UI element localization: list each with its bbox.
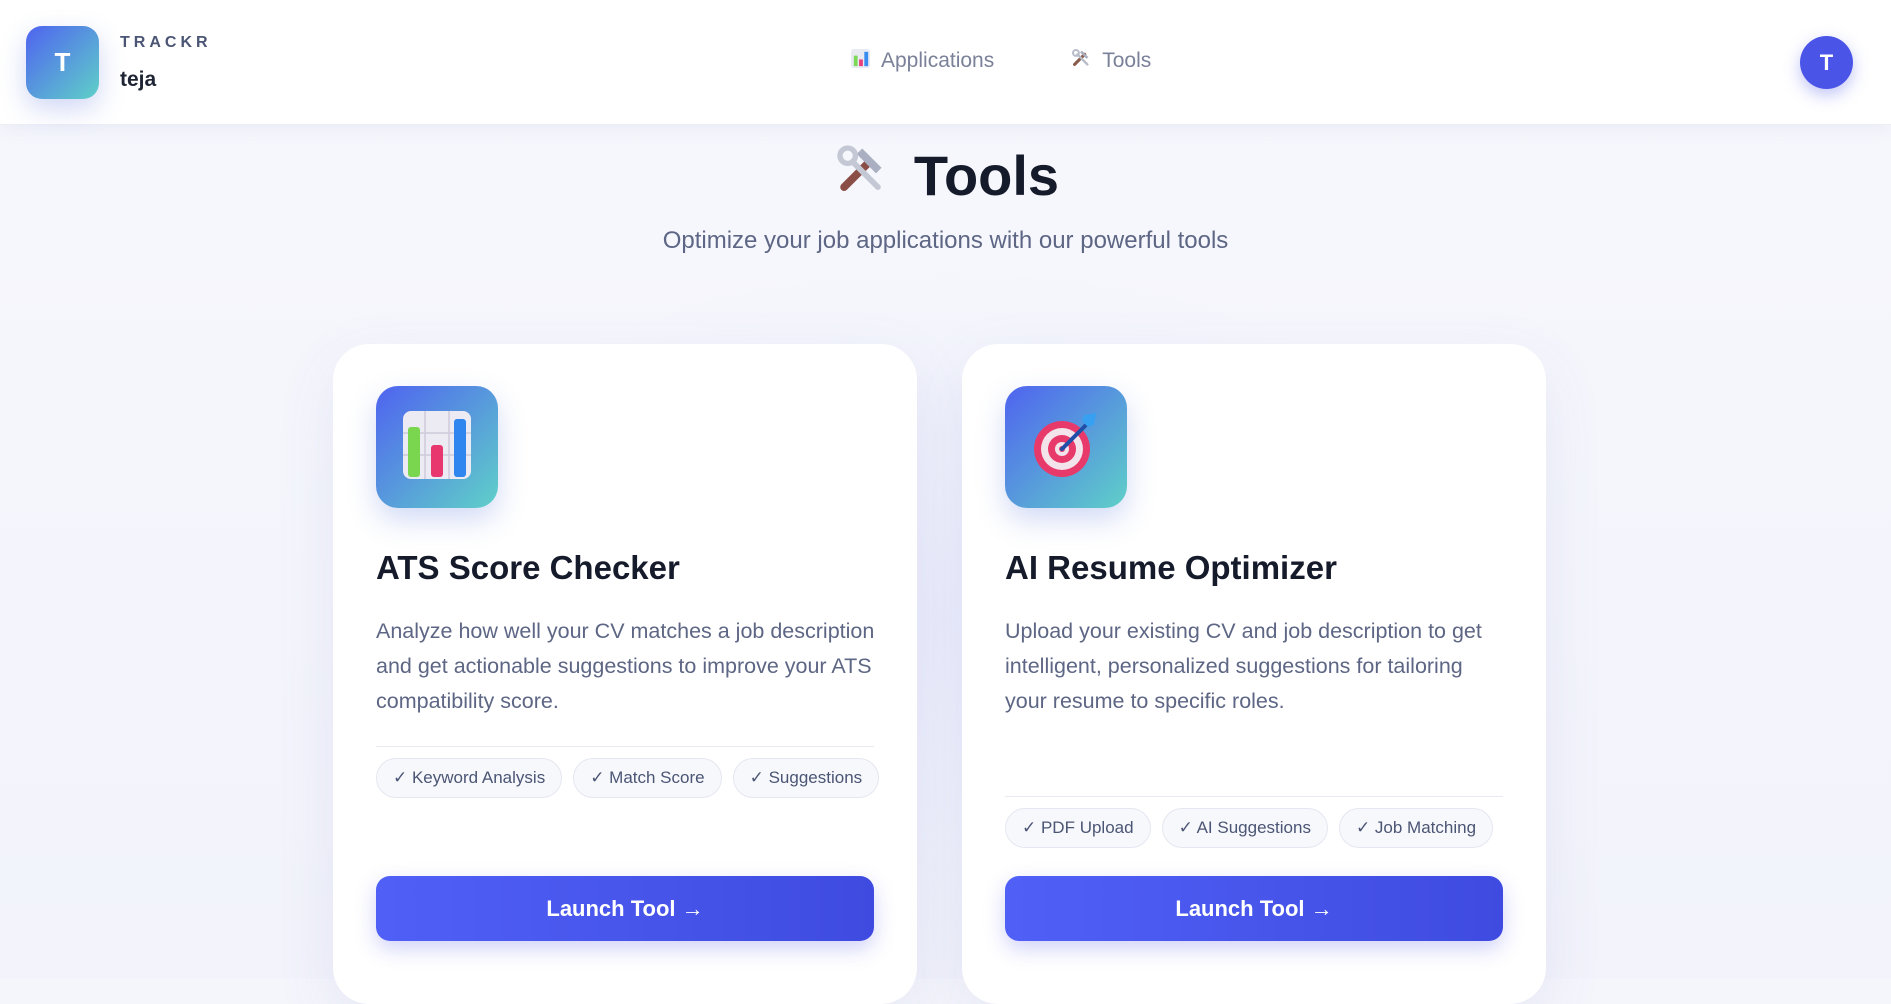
feature-tags: ✓ Keyword Analysis ✓ Match Score ✓ Sugge… [376,758,886,798]
main-nav: Applications Tools [850,47,1151,75]
feature-tag: ✓ Job Matching [1338,808,1494,848]
bar-chart-icon [397,405,477,490]
feature-tag: ✓ Suggestions [732,758,880,798]
brand-initial: T [54,47,71,77]
nav-item-tools[interactable]: Tools [1070,47,1151,75]
target-dart-icon [1026,405,1106,490]
feature-tag: ✓ PDF Upload [1005,808,1151,848]
hammer-wrench-icon [832,140,890,211]
brand-name: TRACKR [120,34,212,51]
nav-item-label: Tools [1102,49,1152,72]
nav-item-label: Applications [881,49,995,72]
card-title: ATS Score Checker [376,549,680,586]
nav-item-applications[interactable]: Applications [850,47,994,75]
feature-tag: ✓ Keyword Analysis [376,758,563,798]
feature-tags: ✓ PDF Upload ✓ AI Suggestions ✓ Job Matc… [1005,808,1515,848]
page-title-row: Tools [0,140,1891,211]
avatar-initial: T [1819,49,1834,75]
tool-card-ats-score-checker: ATS Score Checker Analyze how well your … [333,344,917,1004]
bar-chart-icon [850,48,871,75]
hammer-wrench-icon [1070,47,1092,75]
feature-tag: ✓ AI Suggestions [1161,808,1328,848]
page-title: Tools [913,144,1060,207]
card-divider [376,746,874,747]
launch-tool-button[interactable]: Launch Tool → [1005,876,1503,941]
card-icon-tile [376,386,498,508]
card-description: Upload your existing CV and job descript… [1005,619,1482,713]
brand-user-name: teja [120,68,157,91]
page-subtitle: Optimize your job applications with our … [662,227,1229,254]
feature-tag: ✓ Match Score [573,758,722,798]
top-header: T TRACKR teja Applications Tools T [0,0,1891,125]
card-description: Analyze how well your CV matches a job d… [376,619,875,713]
brand-logo[interactable]: T [26,26,99,99]
tool-card-ai-resume-optimizer: AI Resume Optimizer Upload your existing… [962,344,1546,1004]
card-icon-tile [1005,386,1127,508]
card-divider [1005,796,1503,797]
card-title: AI Resume Optimizer [1005,549,1337,586]
launch-tool-button[interactable]: Launch Tool → [376,876,874,941]
user-avatar[interactable]: T [1800,36,1853,89]
